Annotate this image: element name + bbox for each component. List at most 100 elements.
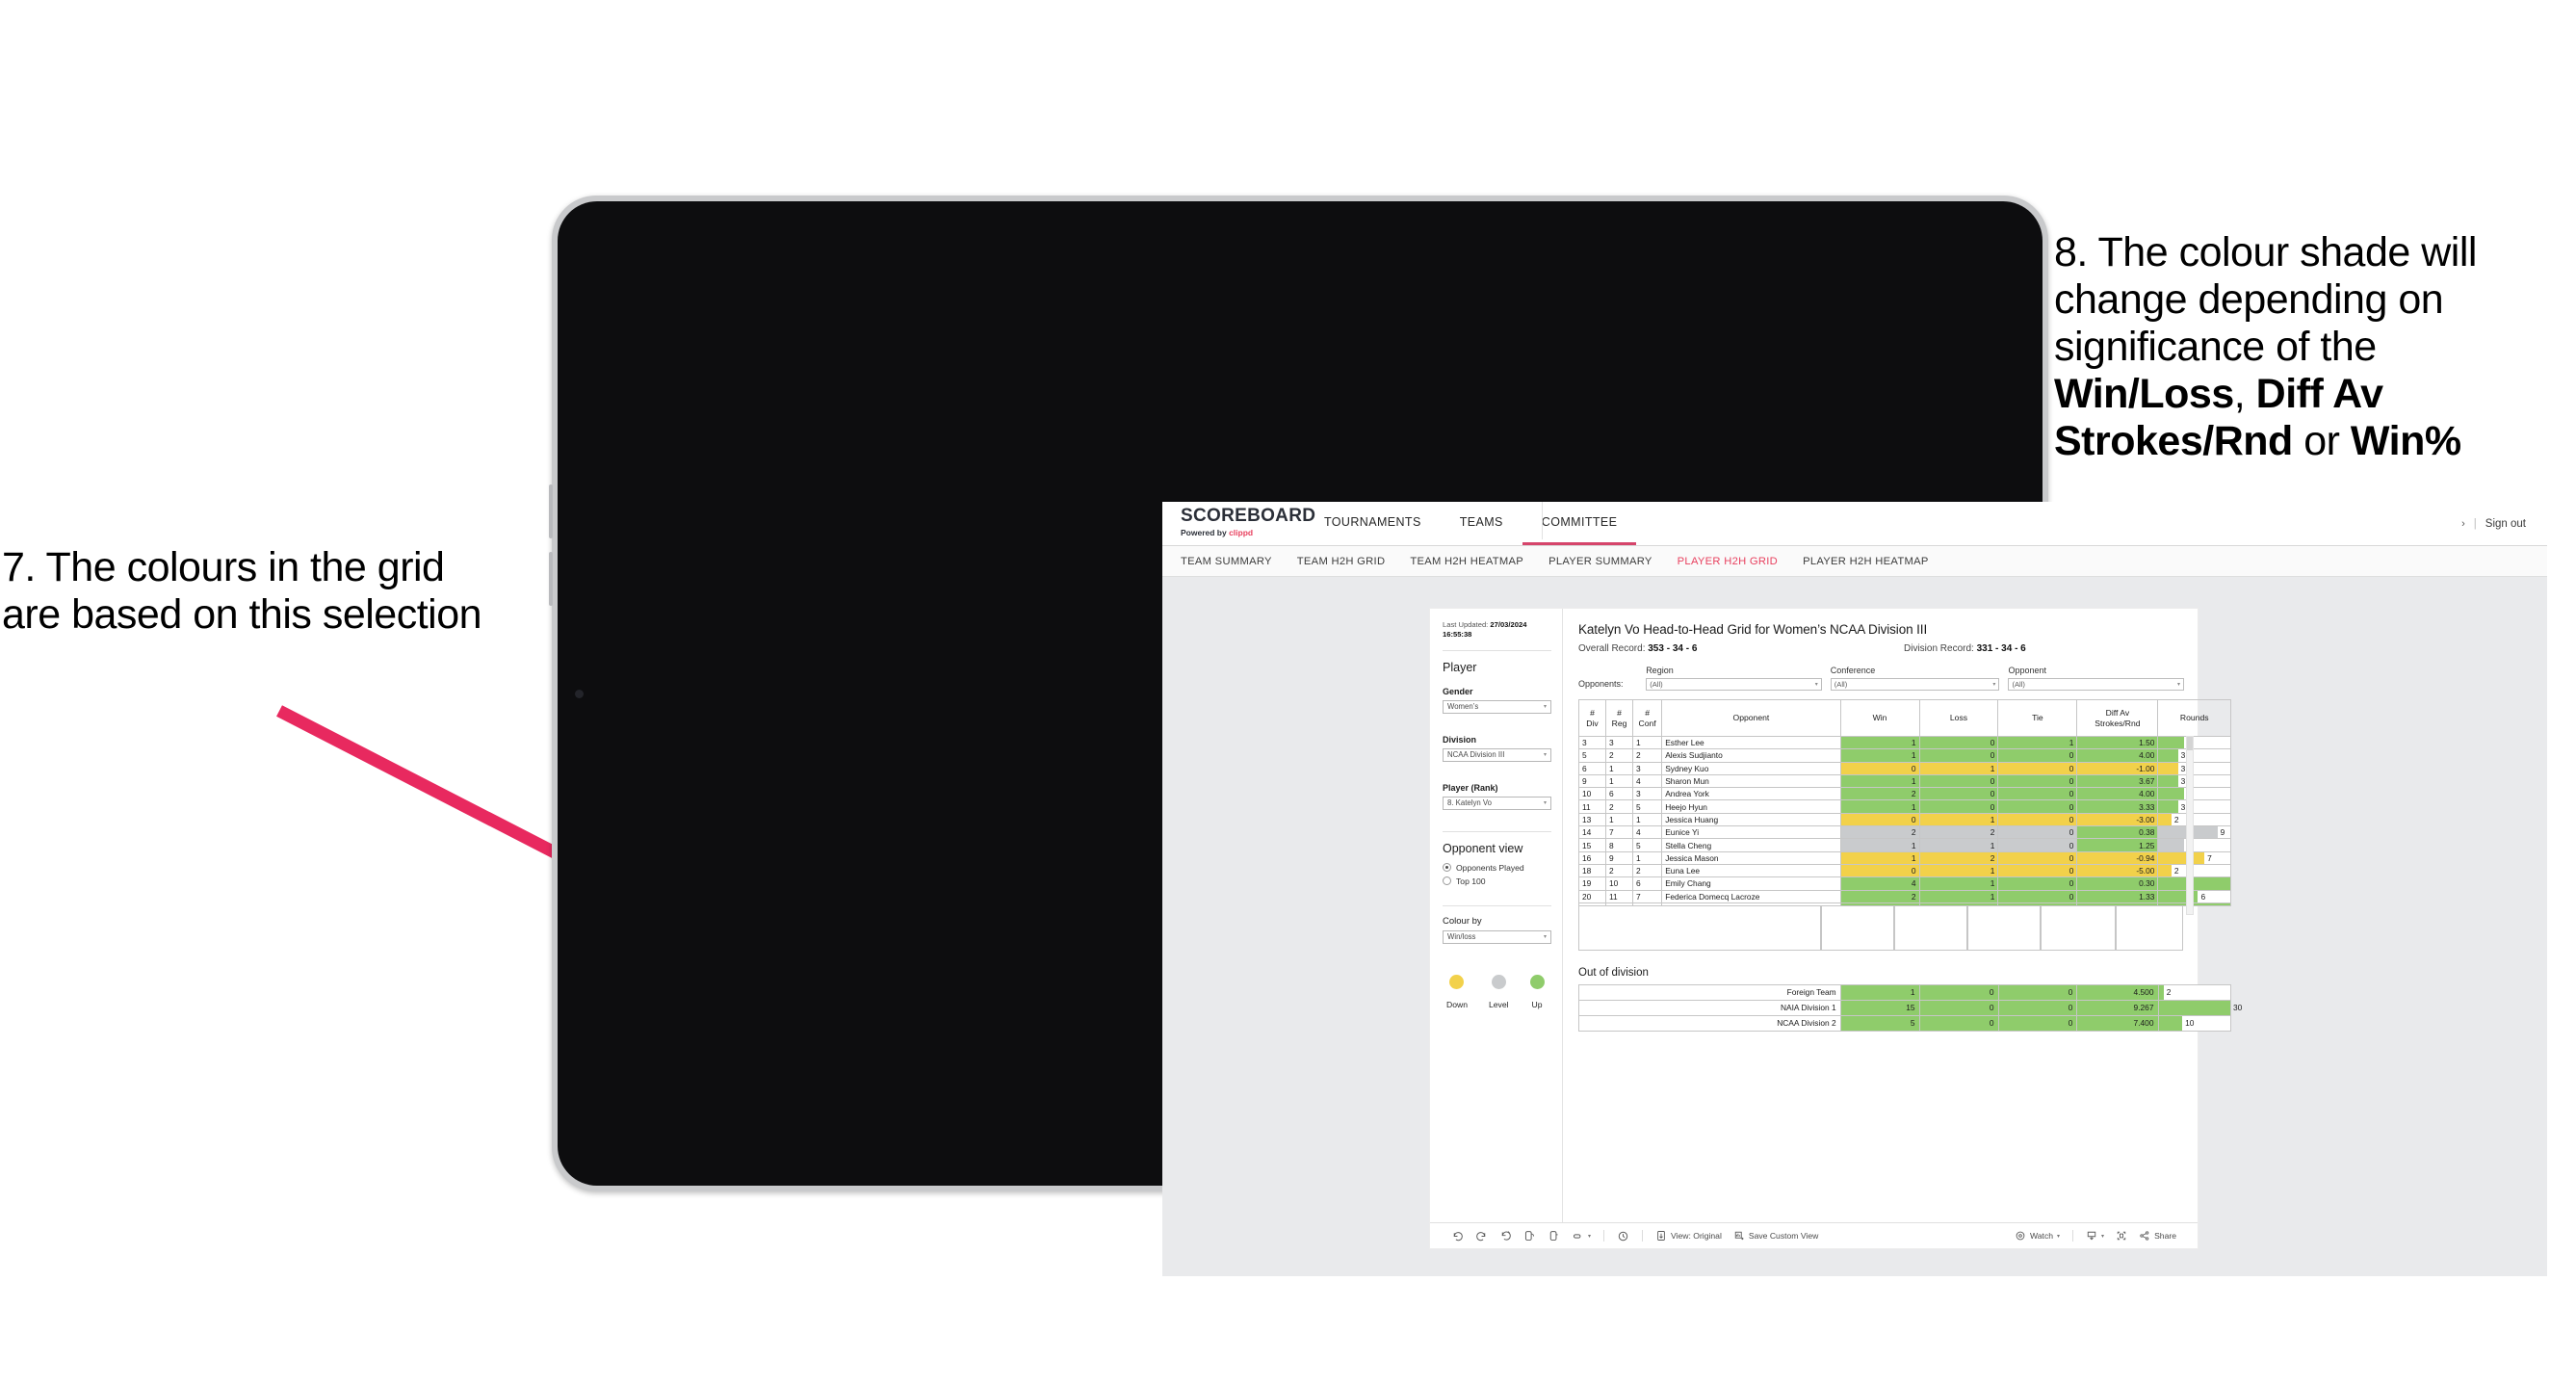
gender-filter-select[interactable]: Women’s ▾ [1443, 699, 1551, 714]
column-header-rounds[interactable]: Rounds [2157, 699, 2231, 737]
share-button[interactable]: Share [2133, 1230, 2182, 1242]
watch-icon [2016, 1231, 2025, 1241]
table-row[interactable]: 13 1 1 Jessica Huang 0 1 0 -3.00 2 [1577, 812, 2231, 827]
cell-loss: 1 [1918, 838, 1999, 852]
cell-win: 4 [1839, 876, 1920, 891]
column-header-win[interactable]: Win [1839, 699, 1920, 737]
rounds-bar [2158, 801, 2178, 813]
subnav-player-h2h-grid[interactable]: PLAYER H2H GRID [1678, 556, 1778, 567]
cell-div-rank: 9 [1577, 773, 1607, 789]
rounds-bar [2158, 737, 2185, 748]
column-header-conf[interactable]: # Conf [1632, 699, 1663, 737]
cell-conf-rank: 2 [1632, 748, 1663, 763]
redo-button[interactable] [1470, 1230, 1494, 1242]
column-header-div[interactable]: # Div [1577, 699, 1607, 737]
cell-div-rank: 16 [1577, 850, 1607, 865]
fullscreen-button[interactable] [2110, 1230, 2133, 1242]
subnav-player-summary[interactable]: PLAYER SUMMARY [1548, 556, 1652, 567]
radio-top-100[interactable]: Top 100 [1443, 876, 1551, 886]
subnav-team-summary[interactable]: TEAM SUMMARY [1181, 556, 1272, 567]
revert-button[interactable] [1494, 1230, 1518, 1242]
radio-opponents-played[interactable]: Opponents Played [1443, 863, 1551, 873]
cell-div-rank: 3 [1577, 735, 1607, 750]
cell-ood-name: Foreign Team [1578, 983, 1841, 1001]
cell-ood-name: NCAA Division 2 [1578, 1014, 1841, 1032]
annotation-8-bold1: Win/Loss [2054, 371, 2234, 418]
rounds-value: 2 [2173, 866, 2179, 876]
table-row[interactable]: 1063Andrea York2004.004 [1577, 787, 2231, 801]
filter-panel: Last Updated: 27/03/2024 16:55:38 Player… [1430, 609, 1563, 1222]
table-row[interactable]: 1585Stella Cheng1101.254 [1577, 838, 2231, 852]
cell-ood-diff: 9.267 [2076, 999, 2159, 1016]
cell-conf-rank: 5 [1632, 838, 1663, 852]
column-header-opponent[interactable]: Opponent [1661, 699, 1841, 737]
table-row[interactable]: 11 2 5 Heejo Hyun 1 0 0 3.33 3 [1577, 799, 2231, 814]
column-header-diff-av-strokes-rnd[interactable]: Diff Av Strokes/Rnd [2076, 699, 2159, 737]
table-row[interactable]: 9 1 4 Sharon Mun 1 0 0 3.67 3 [1577, 773, 2231, 789]
legend-swatch-level [1491, 974, 1506, 989]
share-label: Share [2154, 1231, 2176, 1241]
alert-icon [1573, 1233, 1581, 1239]
table-row[interactable]: 18 2 2 Euna Lee 0 1 0 -5.00 2 [1577, 863, 2231, 878]
subnav-team-h2h-grid[interactable]: TEAM H2H GRID [1297, 556, 1386, 567]
filter-opponent-select[interactable]: (All) ▾ [2008, 678, 2185, 691]
save-custom-view-button[interactable]: Save Custom View [1728, 1230, 1824, 1242]
annotation-7-text: 7. The colours in the grid are based on … [2, 544, 482, 639]
sign-out-link[interactable]: Sign out [2485, 518, 2526, 530]
download-icon [2087, 1231, 2096, 1241]
logo-brand-name: clippd [1229, 528, 1254, 537]
history-button[interactable] [1611, 1230, 1635, 1242]
download-button[interactable]: ▾ [2080, 1230, 2110, 1242]
division-filter-select[interactable]: NCAA Division III ▾ [1443, 747, 1551, 762]
cell-opponent-name: Eunice Yi [1661, 825, 1841, 840]
out-of-division-row[interactable]: Foreign Team 1 0 0 4.500 2 [1578, 983, 2231, 1001]
cell-rounds: 3 [2157, 748, 2231, 763]
cell-ood-tie: 0 [1997, 1014, 2078, 1032]
division-record-value: 331 - 34 - 6 [1976, 643, 2026, 654]
cell-rounds: 11 [2157, 876, 2231, 891]
grid-vertical-scrollbar[interactable] [2186, 736, 2194, 915]
app-logo[interactable]: SCOREBOARD Powered by clippd [1162, 502, 1315, 545]
pause-button[interactable] [1542, 1230, 1566, 1242]
column-header-tie[interactable]: Tie [1997, 699, 2078, 737]
chevron-down-icon: ▾ [2057, 1233, 2061, 1240]
table-row[interactable]: 331Esther Lee1011.504 [1577, 735, 2231, 750]
rounds-bar [2158, 852, 2205, 864]
legend-item-down: Down [1446, 974, 1468, 1009]
player-rank-filter-select[interactable]: 8. Katelyn Vo ▾ [1443, 796, 1551, 810]
table-row[interactable]: 16 9 1 Jessica Mason 1 2 0 -0.94 7 [1577, 850, 2231, 865]
subnav-player-h2h-heatmap[interactable]: PLAYER H2H HEATMAP [1803, 556, 1929, 567]
subnav-team-h2h-heatmap[interactable]: TEAM H2H HEATMAP [1410, 556, 1523, 567]
filter-region-select[interactable]: (All) ▾ [1646, 678, 1822, 691]
table-row[interactable]: 14 7 4 Eunice Yi 2 2 0 0.38 9 [1577, 825, 2231, 840]
table-row[interactable]: 19106Emily Chang4100.3011 [1577, 876, 2231, 891]
undo-button[interactable] [1445, 1230, 1470, 1242]
scrollbar-thumb[interactable] [2187, 737, 2193, 750]
cell-loss: 1 [1918, 812, 1999, 827]
column-header-loss[interactable]: Loss [1918, 699, 1999, 737]
cell-opponent-name: Alexis Sudjianto [1661, 748, 1841, 763]
table-row[interactable]: 5 2 2 Alexis Sudjianto 1 0 0 4.00 3 [1577, 748, 2231, 763]
out-of-division-row[interactable]: NCAA Division 2 5 0 0 7.400 10 [1578, 1014, 2231, 1032]
nav-tab-tournaments[interactable]: TOURNAMENTS [1305, 502, 1441, 545]
refresh-icon [1524, 1230, 1535, 1241]
table-row[interactable]: 20 11 7 Federica Domecq Lacroze 2 1 0 1.33 6 [1577, 889, 2231, 903]
cell-conf-rank: 2 [1632, 863, 1663, 878]
nav-tab-committee[interactable]: COMMITTEE [1522, 502, 1637, 545]
cell-opponent-name: Andrea York [1661, 787, 1841, 801]
nav-tab-teams[interactable]: TEAMS [1441, 502, 1522, 545]
out-of-division-row[interactable]: NAIA Division 1 15 0 0 9.267 30 [1578, 999, 2242, 1016]
cell-reg-rank: 6 [1605, 787, 1634, 801]
view-original-button[interactable]: View: Original [1650, 1230, 1728, 1242]
alert-dropdown-button[interactable]: ▾ [1566, 1230, 1597, 1242]
refresh-button[interactable] [1518, 1230, 1542, 1242]
column-header-reg[interactable]: # Reg [1605, 699, 1634, 737]
watch-button[interactable]: Watch ▾ [2009, 1230, 2066, 1242]
cell-rounds: 4 [2157, 787, 2231, 801]
cell-rounds: 2 [2157, 863, 2231, 878]
colour-by-select[interactable]: Win/loss ▾ [1443, 929, 1551, 944]
filter-conference-select[interactable]: (All) ▾ [1830, 678, 2000, 691]
table-row[interactable]: 6 1 3 Sydney Kuo 0 1 0 -1.00 3 [1577, 761, 2231, 775]
cell-loss: 1 [1918, 761, 1999, 775]
chevron-right-icon[interactable]: › [2461, 518, 2465, 530]
